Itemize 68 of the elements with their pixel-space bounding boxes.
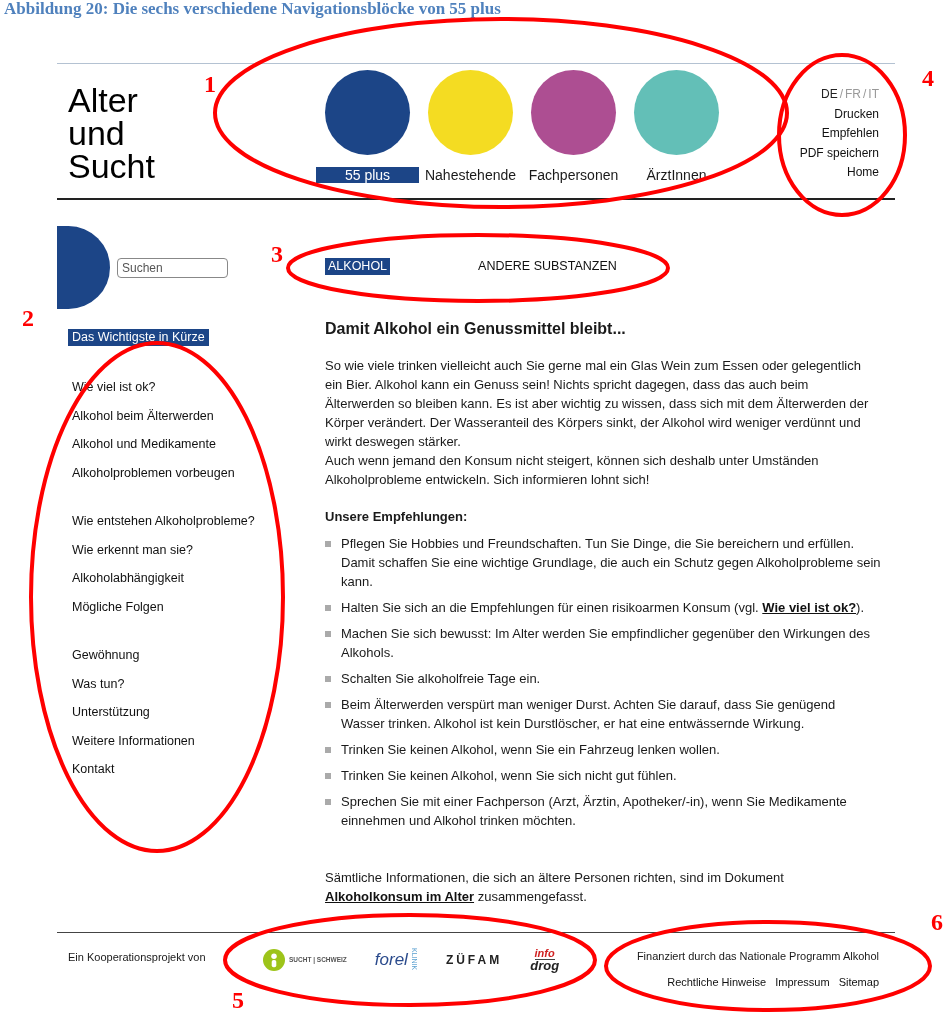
- utility-link[interactable]: Home: [847, 163, 879, 183]
- bullet-icon: [325, 799, 331, 805]
- sidebar-item[interactable]: Alkoholabhängigkeit: [72, 564, 184, 593]
- bullet-icon: [325, 747, 331, 753]
- footer-link[interactable]: Impressum: [775, 976, 830, 988]
- annotation-number: 1: [204, 71, 216, 97]
- paragraph: Sämtliche Informationen, die sich an ältere Personen richten, sind im Dokument Alkoholkonsum im Alter zusammengefasst.: [325, 869, 785, 906]
- list-item-text: Beim Älterwerden verspürt man weniger Durst. Achten Sie darauf, dass Sie genügend Wasser trinken. Alkohol ist kein Durstlöscher, er hat eine entwässernde Wirkung.: [341, 696, 837, 733]
- bullet-icon: [325, 702, 331, 708]
- sidebar-item[interactable]: Unterstützung: [72, 698, 150, 727]
- list-item-text: Halten Sie sich an die Empfehlungen für einen risikoarmen Konsum (vgl. Wie viel ist ok?).: [341, 599, 865, 617]
- partner-logo-text[interactable]: ZÜFAM: [445, 952, 503, 967]
- list-item-text: Machen Sie sich bewusst: Im Alter werden Sie empfindlicher gegenüber den Wirkungen des Alkohols.: [341, 625, 871, 662]
- bullet-icon: [325, 631, 331, 637]
- tab[interactable]: ANDERE SUBSTANZEN: [475, 258, 620, 275]
- sidebar-item[interactable]: Weitere Informationen: [72, 726, 195, 755]
- text-link[interactable]: Alkoholkonsum im Alter: [325, 889, 475, 904]
- language-link[interactable]: DE: [820, 87, 838, 101]
- partner-logo-text[interactable]: forel: [374, 949, 408, 970]
- paragraph: Auch wenn jemand den Konsum nicht steigert, können sich deshalb unter Umständen Alkoholprobleme entwickeln. Sich informieren lohnt sich!: [325, 452, 820, 489]
- list-item-text: Trinken Sie keinen Alkohol, wenn Sie sich nicht gut fühlen.: [341, 767, 677, 785]
- audience-tab[interactable]: 55 plus: [316, 167, 419, 183]
- footer-text: Finanziert durch das Nationale Programm Alkohol: [636, 950, 879, 962]
- sidebar-item[interactable]: Alkohol und Medikamente: [72, 430, 216, 459]
- figure-caption: Abbildung 20: Die sechs verschiedene Navigationsblöcke von 55 plus: [3, 0, 501, 17]
- audience-tab[interactable]: Fachpersonen: [522, 167, 625, 183]
- annotation-number: 2: [22, 305, 34, 331]
- sidebar-item[interactable]: Mögliche Folgen: [72, 592, 164, 621]
- person-circle-icon: [263, 948, 285, 971]
- bullet-icon: [325, 605, 331, 611]
- list-item-text: Sprechen Sie mit einer Fachperson (Arzt, Ärztin, Apotheker/-in), wenn Sie Medikamente einnehmen und Alkohol trinken möchten.: [341, 793, 848, 830]
- tab[interactable]: ALKOHOL: [325, 258, 391, 275]
- annotation-number: 3: [271, 241, 283, 267]
- footer-text: Ein Kooperationsprojekt von: [68, 951, 207, 963]
- list-item-text: Pflegen Sie Hobbies und Freundschaften. Tun Sie Dinge, die Sie bereichern und erfüllen. Damit schaffen Sie eine wichtige Grundlage, die auch ein Schutz gegen Alkoholprobleme sein kann.: [341, 535, 881, 591]
- sidebar-item[interactable]: Wie erkennt man sie?: [72, 535, 193, 564]
- footer-link[interactable]: Sitemap: [838, 976, 879, 988]
- sidebar-item[interactable]: Wie entstehen Alkoholprobleme?: [72, 507, 255, 536]
- audience-tab[interactable]: ÄrztInnen: [625, 167, 728, 183]
- utility-link[interactable]: PDF speichern: [799, 143, 879, 163]
- list-item-text: Schalten Sie alkoholfreie Tage ein.: [341, 670, 541, 688]
- separator: /: [863, 87, 867, 101]
- annotation-number: 4: [922, 65, 934, 91]
- list-item-text: Trinken Sie keinen Alkohol, wenn Sie ein Fahrzeug lenken wollen.: [341, 741, 720, 759]
- utility-link[interactable]: Drucken: [834, 104, 879, 124]
- sidebar-item[interactable]: Alkohol beim Älterwerden: [72, 401, 214, 430]
- text-link[interactable]: Wie viel ist ok?: [762, 600, 857, 615]
- partner-logo-text[interactable]: drog: [530, 960, 560, 972]
- sidebar-item[interactable]: Kontakt: [72, 755, 115, 784]
- sidebar-item[interactable]: Das Wichtigste in Kürze: [68, 329, 209, 346]
- separator: /: [839, 87, 843, 101]
- utility-link[interactable]: Empfehlen: [821, 124, 879, 144]
- bullet-icon: [325, 773, 331, 779]
- annotation-number: 6: [931, 909, 943, 935]
- sidebar-item[interactable]: Gewöhnung: [72, 641, 140, 670]
- paragraph: So wie viele trinken vielleicht auch Sie gerne mal ein Glas Wein zum Essen oder gelegentlich ein Bier. Alkohol kann ein Genuss sein! Nichts spricht dagegen, dass das auch beim Älterwerden so bleiben kann. Es ist aber wichtig zu wissen, dass sich mit dem Älterwerden der Körper verändert. Der Wasseranteil des Körpers sinkt, der Alkohol wird weniger verdünnt und wirkt deswegen stärker.: [325, 357, 870, 451]
- audience-tab[interactable]: Nahestehende: [419, 167, 522, 183]
- search-field[interactable]: Suchen: [117, 257, 228, 278]
- partner-logo-text[interactable]: info: [534, 947, 555, 960]
- sidebar-item[interactable]: Alkoholproblemen vorbeugen: [72, 458, 235, 487]
- sidebar-item[interactable]: Was tun?: [72, 669, 125, 698]
- annotation-number: 5: [232, 987, 244, 1012]
- subheading: Unsere Empfehlungen:: [325, 508, 469, 526]
- footer-link[interactable]: Rechtliche Hinweise: [667, 976, 767, 988]
- site-logo[interactable]: Alter und Sucht: [68, 84, 155, 183]
- bullet-icon: [325, 676, 331, 682]
- bullet-icon: [325, 541, 331, 547]
- heading: Damit Alkohol ein Genussmittel bleibt...: [325, 319, 627, 339]
